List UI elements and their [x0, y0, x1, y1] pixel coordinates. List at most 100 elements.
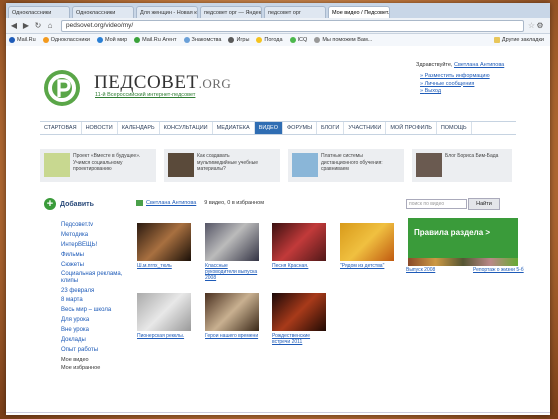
- nav-video[interactable]: ВИДЕО: [254, 122, 283, 134]
- bookmark[interactable]: Игры: [228, 37, 249, 43]
- video-thumbnail[interactable]: [137, 223, 191, 261]
- games-icon: [228, 37, 235, 43]
- browser-tab[interactable]: педсовет орг: [264, 6, 326, 18]
- sidebar-item[interactable]: Фильмы: [61, 251, 133, 261]
- pedsovet-logo-icon[interactable]: [44, 70, 80, 106]
- nav-start[interactable]: СТАРТОВАЯ: [40, 122, 82, 134]
- video-item[interactable]: Репортаж о жизни 5-б: [473, 267, 527, 273]
- mailru-icon: [9, 37, 15, 43]
- nav-consult[interactable]: КОНСУЛЬТАЦИИ: [160, 122, 213, 134]
- browser-window: Одноклассники Одноклассники Для женщин -…: [6, 3, 550, 415]
- browser-tab[interactable]: Для женщин - Новая косм: [136, 6, 198, 18]
- sidebar-item[interactable]: Весь мир – школа: [61, 306, 133, 316]
- logout-link[interactable]: Выход: [420, 88, 490, 96]
- nav-news[interactable]: НОВОСТИ: [82, 122, 118, 134]
- nav-media[interactable]: МЕДИАТЕКА: [213, 122, 255, 134]
- site-tagline[interactable]: 11-й Всероссийский интернет-педсовет: [95, 92, 195, 98]
- bookmark[interactable]: Мы поможем Вам...: [314, 37, 372, 43]
- help-icon: [314, 37, 321, 43]
- bookmark[interactable]: Mail.Ru: [9, 37, 36, 43]
- nav-forums[interactable]: ФОРУМЫ: [283, 122, 317, 134]
- video-item[interactable]: Классные руководители выпуска 2008: [205, 223, 259, 281]
- user-links: Разместить информацию Личные сообщения В…: [420, 73, 490, 96]
- dating-icon: [183, 37, 190, 43]
- promo-thumb: [292, 153, 318, 177]
- video-item[interactable]: Пионерская рекклы.: [137, 293, 191, 339]
- video-search-input[interactable]: поиск по видео: [406, 199, 467, 209]
- user-name-link[interactable]: Светлана Антипова: [146, 200, 196, 206]
- nav-profile[interactable]: МОЙ ПРОФИЛЬ: [386, 122, 437, 134]
- star-icon[interactable]: ☆: [528, 21, 535, 30]
- reload-icon[interactable]: ↻: [33, 21, 43, 31]
- sidebar-item-my-video[interactable]: Мое видео: [61, 356, 133, 364]
- promo-card[interactable]: Платные системы дистанционного обучения:…: [288, 149, 404, 182]
- video-category-list: Педсовет.tv Методика ИнтерВЕЩЬ! Фильмы С…: [61, 221, 133, 372]
- video-item[interactable]: Ш.м.пгпх_тюль: [137, 223, 191, 269]
- promo-card[interactable]: Блог Бориса Бим-Бада: [412, 149, 512, 182]
- messages-link[interactable]: Личные сообщения: [420, 81, 490, 89]
- bookmark[interactable]: Знакомства: [183, 37, 221, 43]
- sidebar-item[interactable]: Доклады: [61, 336, 133, 346]
- bookmark[interactable]: ICQ: [289, 37, 307, 43]
- sidebar-item[interactable]: Педсовет.tv: [61, 221, 133, 231]
- promo-card[interactable]: Проект «Вместе в будущее». Учимся социал…: [40, 149, 156, 182]
- bookmark[interactable]: Одноклассники: [42, 37, 90, 43]
- user-name-link[interactable]: Светлана Антипова: [454, 62, 504, 68]
- bookmark[interactable]: Мой мир: [96, 37, 127, 43]
- sidebar-item[interactable]: Сюжеты: [61, 261, 133, 271]
- video-item[interactable]: Рождественские встречи 2011: [272, 293, 326, 345]
- settings-wrench-icon[interactable]: ⚙: [535, 21, 545, 31]
- nav-help[interactable]: ПОМОЩЬ: [437, 122, 472, 134]
- video-item[interactable]: Герои нашего времени: [205, 293, 259, 339]
- video-thumbnail[interactable]: [205, 293, 259, 331]
- video-item[interactable]: "Рядом из детства": [340, 223, 394, 269]
- weather-icon: [256, 37, 263, 43]
- video-thumbnail[interactable]: [205, 223, 259, 261]
- sidebar-item[interactable]: Методика: [61, 231, 133, 241]
- video-thumbnail[interactable]: [272, 223, 326, 261]
- sidebar-item[interactable]: Для урока: [61, 316, 133, 326]
- forward-icon[interactable]: ▶: [21, 21, 31, 31]
- sidebar-item[interactable]: Опыт работы: [61, 346, 133, 356]
- home-icon[interactable]: ⌂: [45, 21, 55, 31]
- section-rules-button[interactable]: Правила раздела >: [408, 218, 518, 258]
- promo-card[interactable]: Как создавать мультимедийные учебные мат…: [164, 149, 280, 182]
- icq-icon: [289, 37, 296, 43]
- sidebar-item-favorites[interactable]: Мое избранное: [61, 364, 133, 372]
- url-field[interactable]: pedsovet.org/video/my/: [61, 19, 524, 32]
- video-count: 9 видео, 0 в избранном: [204, 200, 264, 206]
- agent-icon: [134, 37, 141, 43]
- site-title: ПЕДСОВЕТ.ORG: [94, 72, 232, 93]
- other-bookmarks[interactable]: Другие закладки: [493, 37, 544, 43]
- back-icon[interactable]: ◀: [9, 21, 19, 31]
- browser-tab[interactable]: Одноклассники: [8, 6, 70, 18]
- ok-icon: [42, 37, 49, 43]
- post-info-link[interactable]: Разместить информацию: [420, 73, 490, 81]
- sidebar-item[interactable]: 23 февраля: [61, 287, 133, 297]
- sidebar-item[interactable]: Вне урока: [61, 326, 133, 336]
- sidebar-item[interactable]: Социальная реклама, клипы: [61, 271, 133, 285]
- promo-thumb: [416, 153, 442, 177]
- nav-blogs[interactable]: БЛОГИ: [317, 122, 345, 134]
- video-thumbnail-strip[interactable]: [408, 258, 518, 266]
- nav-calendar[interactable]: КАЛЕНДАРЬ: [118, 122, 160, 134]
- nav-members[interactable]: УЧАСТНИКИ: [344, 122, 387, 134]
- browser-tab[interactable]: Одноклассники: [72, 6, 134, 18]
- video-thumbnail[interactable]: [272, 293, 326, 331]
- video-item[interactable]: Песня Красная.: [272, 223, 326, 269]
- sidebar-item[interactable]: ИнтерВЕЩЬ!: [61, 241, 133, 251]
- plus-icon: +: [44, 198, 56, 210]
- video-item[interactable]: Выпуск 2008: [406, 267, 460, 273]
- add-video-button[interactable]: + Добавить: [44, 198, 94, 210]
- browser-tab[interactable]: педсовет орг — Яндекс н: [200, 6, 262, 18]
- browser-tab-active[interactable]: Мое видео / Педсовет.tv: [328, 6, 390, 18]
- bookmark[interactable]: Mail.Ru Агент: [134, 37, 177, 43]
- video-thumbnail[interactable]: [137, 293, 191, 331]
- footer-divider: [6, 412, 550, 413]
- bookmark[interactable]: Погода: [256, 37, 283, 43]
- promo-strip: Проект «Вместе в будущее». Учимся социал…: [40, 149, 516, 182]
- search-button[interactable]: Найти: [468, 198, 500, 210]
- sidebar-item[interactable]: 8 марта: [61, 296, 133, 306]
- video-thumbnail[interactable]: [340, 223, 394, 261]
- web-page: ПЕДСОВЕТ.ORG 11-й Всероссийский интернет…: [6, 46, 550, 415]
